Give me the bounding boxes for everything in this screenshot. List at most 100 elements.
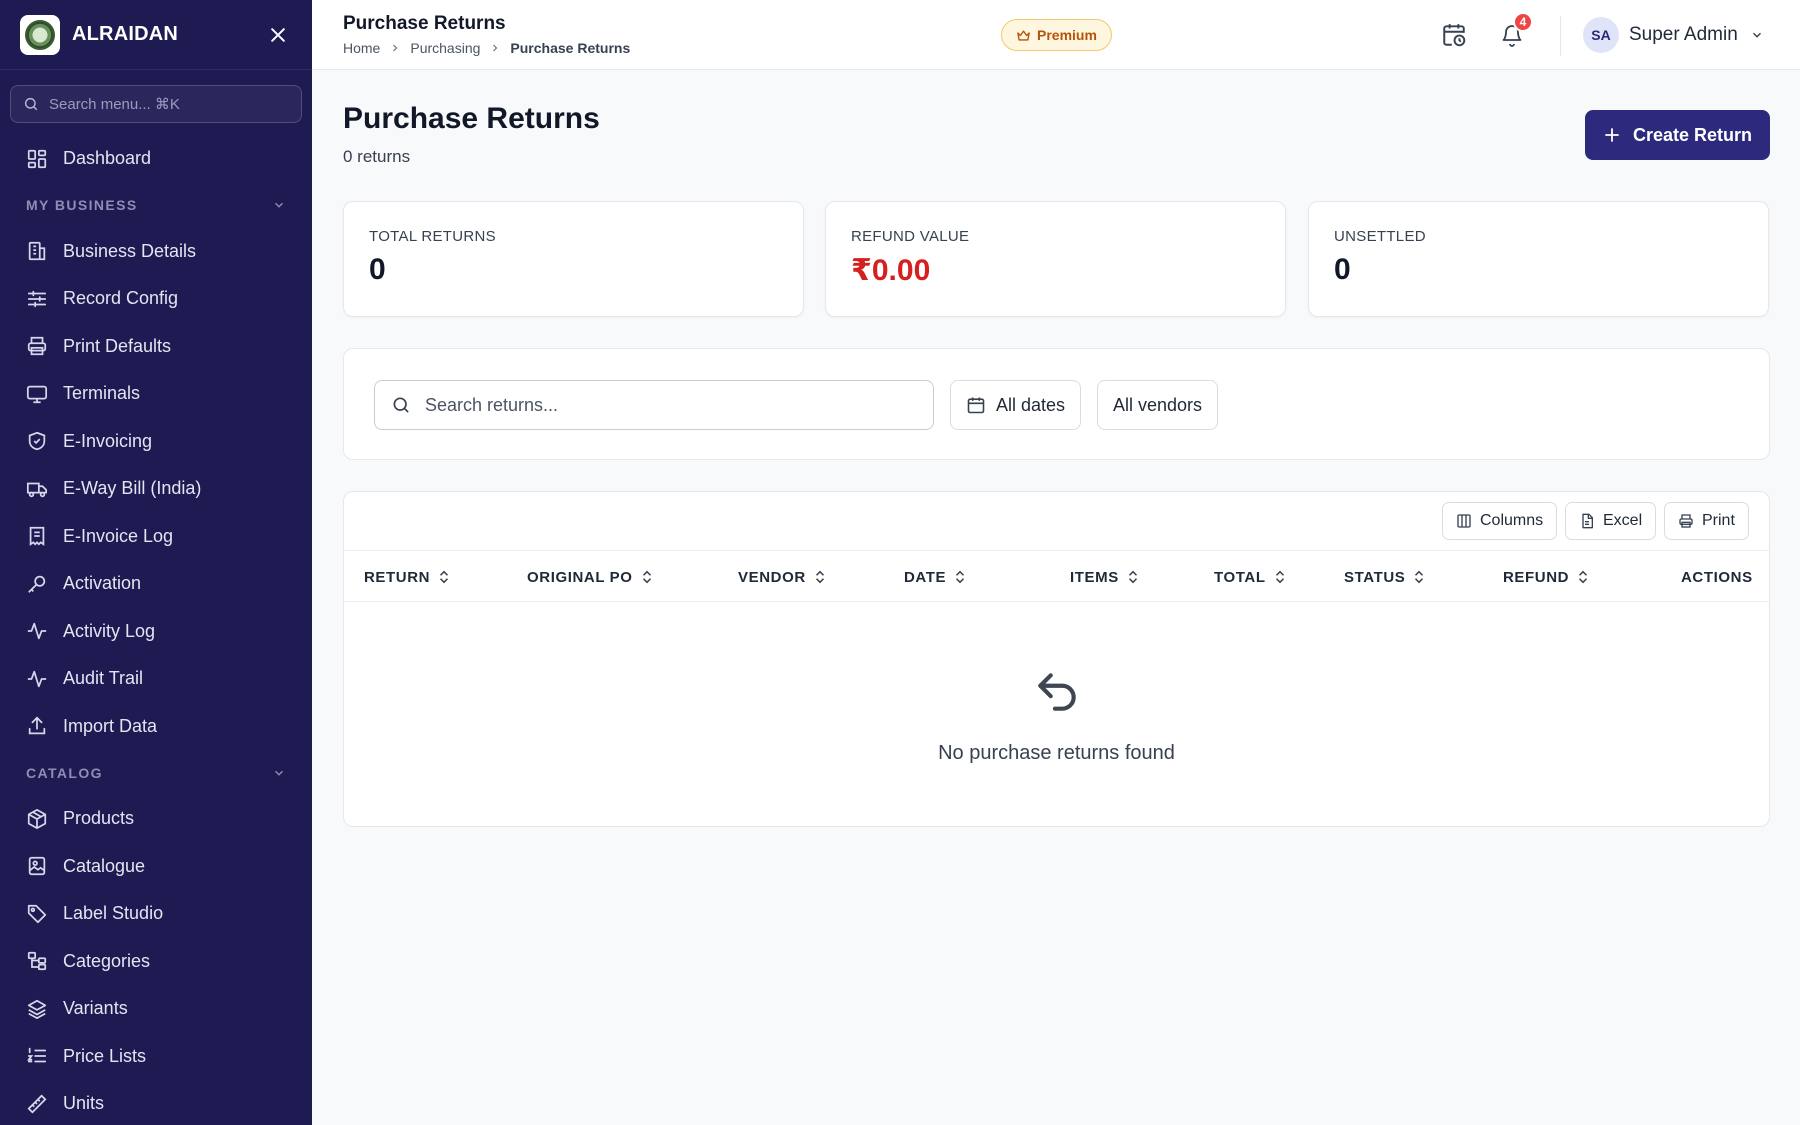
breadcrumb: Home Purchasing Purchase Returns bbox=[343, 40, 630, 56]
sidebar: ALRAIDAN Dashboard MY BUSINESS Business … bbox=[0, 0, 312, 1125]
folder-tree-icon bbox=[27, 952, 47, 971]
notifications-button[interactable]: 4 bbox=[1495, 12, 1533, 52]
user-menu[interactable]: SA Super Admin bbox=[1583, 17, 1764, 53]
stat-label: TOTAL RETURNS bbox=[369, 228, 496, 245]
sidebar-item-record-config[interactable]: Record Config bbox=[0, 275, 312, 323]
sidebar-item-label: E-Way Bill (India) bbox=[63, 478, 202, 499]
sidebar-item-e-invoicing[interactable]: E-Invoicing bbox=[0, 418, 312, 466]
vendor-filter[interactable]: All vendors bbox=[1097, 380, 1219, 430]
sidebar-item-categories[interactable]: Categories bbox=[0, 938, 312, 986]
sidebar-item-dashboard[interactable]: Dashboard bbox=[0, 135, 312, 183]
returns-search-input[interactable] bbox=[425, 394, 917, 416]
column-header-status[interactable]: STATUS bbox=[1344, 551, 1425, 603]
sidebar-item-label: Activation bbox=[63, 573, 142, 594]
sidebar-item-audit-trail[interactable]: Audit Trail bbox=[0, 655, 312, 703]
undo-icon bbox=[1038, 673, 1076, 711]
breadcrumb-home[interactable]: Home bbox=[343, 40, 380, 56]
column-header-actions: ACTIONS bbox=[1681, 551, 1753, 603]
vendor-filter-label: All vendors bbox=[1113, 394, 1203, 415]
sidebar-item-activation[interactable]: Activation bbox=[0, 560, 312, 608]
list-ordered-icon bbox=[27, 1048, 47, 1063]
sidebar-item-price-lists[interactable]: Price Lists bbox=[0, 1033, 312, 1081]
sidebar-item-terminals[interactable]: Terminals bbox=[0, 370, 312, 418]
sidebar-item-label: Units bbox=[63, 1093, 105, 1114]
plus-icon bbox=[1605, 128, 1619, 142]
column-header-label: VENDOR bbox=[738, 568, 806, 586]
print-button[interactable]: Print bbox=[1664, 502, 1749, 540]
crown-icon bbox=[1017, 29, 1030, 41]
excel-label: Excel bbox=[1603, 512, 1643, 529]
sidebar-section-catalog[interactable]: CATALOG bbox=[0, 750, 312, 795]
sort-icon bbox=[1579, 570, 1588, 584]
sidebar-section-my-business[interactable]: MY BUSINESS bbox=[0, 183, 312, 228]
sidebar-item-units[interactable]: Units bbox=[0, 1080, 312, 1125]
sort-icon bbox=[815, 570, 824, 584]
empty-state-message: No purchase returns found bbox=[938, 742, 1175, 764]
close-sidebar-button[interactable] bbox=[264, 21, 292, 49]
create-return-button[interactable]: Create Return bbox=[1585, 110, 1770, 160]
chevron-right-icon bbox=[393, 44, 398, 52]
premium-badge[interactable]: Premium bbox=[1001, 19, 1112, 51]
sidebar-search[interactable] bbox=[10, 85, 302, 123]
sidebar-item-import-data[interactable]: Import Data bbox=[0, 703, 312, 751]
sidebar-item-catalogue[interactable]: Catalogue bbox=[0, 843, 312, 891]
column-header-total[interactable]: TOTAL bbox=[1214, 551, 1286, 603]
columns-icon bbox=[1457, 514, 1471, 528]
section-title: CATALOG bbox=[26, 764, 103, 781]
sidebar-item-e-invoice-log[interactable]: E-Invoice Log bbox=[0, 513, 312, 561]
column-header-original-po[interactable]: ORIGINAL PO bbox=[527, 551, 653, 603]
column-header-label: TOTAL bbox=[1214, 568, 1266, 586]
column-header-vendor[interactable]: VENDOR bbox=[738, 551, 826, 603]
stat-card-refund-value: REFUND VALUE ₹0.00 bbox=[825, 201, 1286, 317]
sort-icon bbox=[440, 570, 449, 584]
excel-button[interactable]: Excel bbox=[1565, 502, 1657, 540]
search-icon bbox=[393, 397, 409, 413]
sidebar-item-label-studio[interactable]: Label Studio bbox=[0, 890, 312, 938]
chevron-right-icon bbox=[493, 44, 498, 52]
sidebar-item-business-details[interactable]: Business Details bbox=[0, 228, 312, 276]
column-header-label: DATE bbox=[904, 568, 947, 586]
notification-count-badge: 4 bbox=[1513, 12, 1533, 32]
sidebar-search-input[interactable] bbox=[49, 95, 289, 113]
filter-card: All dates All vendors bbox=[343, 348, 1770, 460]
sidebar-item-variants[interactable]: Variants bbox=[0, 985, 312, 1033]
sidebar-item-label: Activity Log bbox=[63, 620, 156, 641]
calendar-clock-button[interactable] bbox=[1437, 18, 1471, 52]
returns-count: 0 returns bbox=[343, 147, 411, 166]
sidebar-item-label: E-Invoice Log bbox=[63, 525, 174, 546]
sidebar-item-print-defaults[interactable]: Print Defaults bbox=[0, 323, 312, 371]
sidebar-item-label: Catalogue bbox=[63, 855, 146, 876]
stat-label: REFUND VALUE bbox=[851, 228, 970, 245]
topbar-title: Purchase Returns bbox=[343, 13, 506, 34]
upload-icon bbox=[28, 716, 46, 735]
columns-label: Columns bbox=[1480, 512, 1544, 529]
stat-label: UNSETTLED bbox=[1334, 228, 1426, 245]
column-header-return[interactable]: RETURN bbox=[364, 551, 450, 603]
stat-card-unsettled: UNSETTLED 0 bbox=[1308, 201, 1769, 317]
stat-value: 0 bbox=[369, 253, 386, 286]
layers-icon bbox=[27, 999, 47, 1019]
sidebar-item-label: Products bbox=[63, 808, 135, 829]
sort-icon bbox=[1415, 570, 1424, 584]
sidebar-item-label: Dashboard bbox=[63, 148, 152, 169]
column-header-refund[interactable]: REFUND bbox=[1503, 551, 1589, 603]
returns-search[interactable] bbox=[374, 380, 934, 430]
sidebar-item-label: Terminals bbox=[63, 383, 141, 404]
sidebar-item-products[interactable]: Products bbox=[0, 795, 312, 843]
sidebar-item-label: Record Config bbox=[63, 288, 179, 309]
sidebar-item-activity-log[interactable]: Activity Log bbox=[0, 608, 312, 656]
columns-button[interactable]: Columns bbox=[1442, 502, 1558, 540]
brand-logo[interactable] bbox=[20, 14, 60, 55]
sidebar-item-label: Categories bbox=[63, 950, 151, 971]
breadcrumb-purchasing[interactable]: Purchasing bbox=[410, 40, 480, 56]
column-header-items[interactable]: ITEMS bbox=[1070, 551, 1139, 603]
sidebar-item-e-way-bill[interactable]: E-Way Bill (India) bbox=[0, 465, 312, 513]
sidebar-item-label: Business Details bbox=[63, 240, 197, 261]
avatar: SA bbox=[1583, 17, 1619, 53]
date-filter[interactable]: All dates bbox=[950, 380, 1082, 430]
date-filter-label: All dates bbox=[996, 394, 1066, 415]
column-header-date[interactable]: DATE bbox=[904, 551, 966, 603]
image-icon bbox=[28, 857, 46, 876]
key-icon bbox=[28, 575, 46, 593]
package-icon bbox=[27, 808, 47, 829]
